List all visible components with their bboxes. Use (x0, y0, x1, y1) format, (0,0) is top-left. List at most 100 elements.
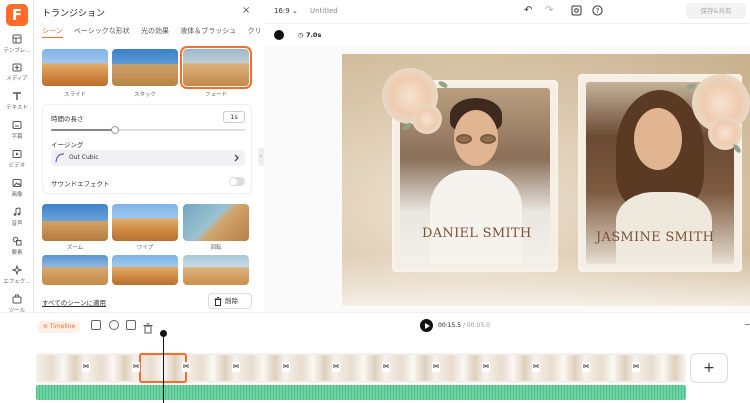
capture-icon (571, 5, 582, 16)
tab-light-effects[interactable]: 光の効果 (141, 27, 169, 35)
trash-icon[interactable] (143, 319, 153, 338)
rail-item-template[interactable]: テンプレ… (0, 34, 34, 54)
project-title[interactable]: Untitled (310, 7, 338, 15)
apply-all-scenes-link[interactable]: すべてのシーンに適用 (42, 297, 106, 307)
timeline-clip[interactable] (388, 355, 434, 381)
tab-basic-shapes[interactable]: ベーシックな形状 (74, 27, 130, 35)
tab-liquid-brush[interactable]: 液体＆ブラッシュ (180, 27, 236, 35)
thumb-label: スタック (133, 92, 156, 98)
play-button[interactable] (420, 319, 433, 332)
help-icon[interactable]: ? (592, 5, 603, 19)
transition-marker[interactable]: ⋈ (382, 362, 390, 372)
video-icon (12, 150, 22, 158)
delete-label: 削除 (225, 297, 238, 305)
timeline-label: Timeline (49, 323, 76, 330)
thumb-label: スライド (63, 92, 86, 98)
scene-duration[interactable]: ◷ 7.0s (298, 31, 321, 39)
playhead[interactable] (160, 330, 167, 403)
easing-select[interactable]: Out Cubic (51, 150, 245, 166)
rail-item-media[interactable]: メディア (0, 62, 34, 82)
transition-thumb[interactable] (42, 255, 108, 285)
transition-thumb-zoom[interactable] (42, 204, 108, 241)
sound-effect-label: サウンドエフェクト (51, 180, 110, 188)
transition-marker[interactable]: ⋈ (232, 362, 240, 372)
transition-thumb-stack[interactable] (112, 49, 178, 86)
add-scene-button[interactable]: + (690, 353, 728, 383)
playback-time: 00:15.5 / 00:05.0 (438, 322, 490, 329)
video-canvas[interactable]: DANIEL SMITH JASMINE SMITH (342, 54, 750, 306)
timeline-clip[interactable] (38, 355, 84, 381)
audio-track[interactable] (36, 385, 686, 400)
rail-item-video[interactable]: ビデオ (0, 149, 34, 169)
delete-button[interactable]: 削除 (208, 293, 252, 309)
timeline-clip[interactable] (438, 355, 484, 381)
duplicate-icon[interactable] (126, 320, 136, 330)
rail-item-subtitle[interactable]: 字幕 (0, 120, 34, 140)
app-logo[interactable]: F (6, 4, 28, 26)
timeline-clip[interactable] (538, 355, 584, 381)
transition-marker[interactable]: ⋈ (582, 362, 590, 372)
timeline-clip[interactable] (238, 355, 284, 381)
easing-value: Out Cubic (69, 154, 99, 161)
screenshot-icon[interactable] (571, 5, 582, 19)
transition-thumb[interactable] (112, 255, 178, 285)
rail-item-audio[interactable]: 音声 (0, 207, 34, 227)
top-bar: 16:9 ⌄ Untitled ↶ ↷ ? 保存&共有 (264, 0, 750, 24)
timeline-clip[interactable] (288, 355, 334, 381)
timeline-clip[interactable] (188, 355, 234, 381)
sound-effect-toggle[interactable] (229, 177, 245, 186)
transition-marker[interactable]: ⋈ (482, 362, 490, 372)
transition-marker[interactable]: ⋈ (282, 362, 290, 372)
total-time: / 00:05.0 (462, 322, 490, 329)
rail-item-text[interactable]: テキスト (0, 91, 34, 111)
video-track[interactable]: ⋈ ⋈ ⋈ ⋈ ⋈ ⋈ ⋈ ⋈ ⋈ ⋈ ⋈ ⋈ (36, 353, 686, 383)
transition-marker[interactable]: ⋈ (182, 362, 190, 372)
timeline-clip[interactable] (488, 355, 534, 381)
add-scene-icon[interactable] (91, 320, 101, 330)
elements-icon (12, 236, 22, 246)
thumb-label: フェード (204, 92, 227, 98)
effects-icon (12, 265, 22, 275)
rail-item-tools[interactable]: ツール (0, 294, 34, 314)
transition-thumb-rotate[interactable] (183, 204, 249, 241)
split-icon[interactable] (109, 320, 119, 330)
transition-thumb-fade[interactable] (180, 46, 252, 89)
thumb-label: 回転 (210, 245, 222, 251)
transition-marker[interactable]: ⋈ (332, 362, 340, 372)
transition-thumb-wipe[interactable] (112, 204, 178, 241)
transition-marker[interactable]: ⋈ (132, 362, 140, 372)
transition-thumb-slide[interactable] (42, 49, 108, 86)
tab-more[interactable]: クリ (247, 27, 260, 35)
tab-scene[interactable]: シーン (42, 27, 63, 38)
timeline-toggle[interactable]: ≋ Timeline (38, 321, 80, 333)
rail-item-image[interactable]: 画像 (0, 178, 34, 198)
rail-item-effects[interactable]: エフェク… (0, 265, 34, 285)
timeline-clip[interactable] (338, 355, 384, 381)
transition-thumb[interactable] (183, 255, 249, 285)
background-color-swatch[interactable] (274, 30, 284, 40)
transition-marker[interactable]: ⋈ (82, 362, 90, 372)
easing-curve-icon (55, 153, 65, 163)
duration-input[interactable]: 1s (223, 111, 245, 123)
save-share-button[interactable]: 保存&共有 (686, 3, 746, 19)
transition-marker[interactable]: ⋈ (632, 362, 640, 372)
slider-fill (51, 129, 116, 131)
timeline-clip[interactable] (588, 355, 634, 381)
transition-marker[interactable]: ⋈ (432, 362, 440, 372)
rail-item-elements[interactable]: 要素 (0, 236, 34, 256)
slider-knob[interactable] (111, 126, 120, 134)
redo-icon[interactable]: ↷ (545, 5, 553, 16)
undo-icon[interactable]: ↶ (524, 5, 532, 16)
duration-slider[interactable] (51, 126, 245, 134)
timeline-clip[interactable] (88, 355, 134, 381)
canvas-area: DANIEL SMITH JASMINE SMITH (264, 46, 750, 312)
close-icon[interactable]: × (242, 5, 250, 16)
aspect-ratio-select[interactable]: 16:9 ⌄ (274, 7, 298, 15)
left-rail: F テンプレ… メディア テキスト 字幕 ビデオ 画像 音声 要素 エフェク… … (0, 0, 34, 317)
transition-marker[interactable]: ⋈ (532, 362, 540, 372)
rail-label: 画像 (11, 192, 23, 198)
timeline-clip[interactable] (638, 355, 684, 381)
clock-icon: ◷ (298, 31, 306, 39)
zoom-out-icon[interactable]: − (744, 320, 750, 329)
thumb-label: ズーム (66, 245, 84, 251)
